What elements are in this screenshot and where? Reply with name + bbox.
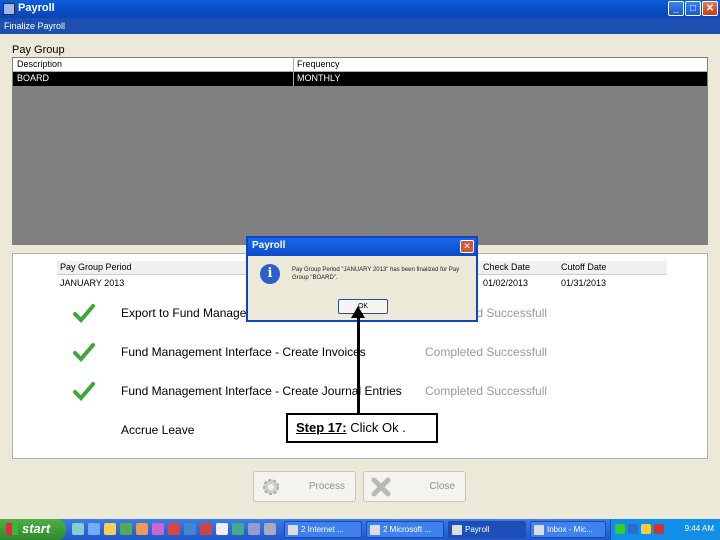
system-tray: 9:44 AM xyxy=(610,519,720,540)
callout-arrow-line xyxy=(357,316,360,414)
start-button[interactable]: start xyxy=(0,519,66,540)
callout-step-number: Step 17: xyxy=(296,420,347,435)
task-label: Payroll xyxy=(465,525,490,534)
process-button-label: Process xyxy=(308,481,345,492)
dialog-close-button[interactable]: ✕ xyxy=(460,240,474,253)
table-row[interactable]: BOARD MONTHLY xyxy=(13,72,707,86)
close-x-icon xyxy=(371,477,391,497)
window-title-bar: Payroll _ □ ✕ xyxy=(0,0,720,18)
pay-group-section-title: Pay Group xyxy=(12,44,65,56)
checkmark-icon xyxy=(73,343,95,362)
close-button[interactable]: Close xyxy=(363,471,466,502)
window-title: Payroll xyxy=(18,2,55,14)
column-header-check-date[interactable]: Check Date xyxy=(483,262,530,272)
checkmark-icon xyxy=(73,382,95,401)
quicklaunch-powerpoint-icon[interactable] xyxy=(200,523,212,535)
network-icon[interactable] xyxy=(615,524,625,534)
checkmark-icon xyxy=(73,304,95,323)
taskbar-item-internet[interactable]: 2 Internet ... xyxy=(284,521,362,538)
column-header-description[interactable]: Description xyxy=(17,59,62,69)
taskbar: start 2 Internet ... 2 Microsoft ... Pay… xyxy=(0,519,720,540)
cell-pay-group-period: JANUARY 2013 xyxy=(60,278,125,288)
quicklaunch-pdf-icon[interactable] xyxy=(168,523,180,535)
windows-logo-icon xyxy=(6,523,18,535)
taskbar-item-inbox[interactable]: Inbox - Mic... xyxy=(530,521,606,538)
quicklaunch-tool-icon[interactable] xyxy=(232,523,244,535)
step-status: Completed Successfull xyxy=(425,345,548,359)
task-label: 2 Microsoft ... xyxy=(383,525,432,534)
task-label: 2 Internet ... xyxy=(301,525,344,534)
quicklaunch-acrobat-icon[interactable] xyxy=(216,523,228,535)
cell-frequency: MONTHLY xyxy=(297,73,341,83)
column-divider[interactable] xyxy=(293,58,294,86)
task-label: Inbox - Mic... xyxy=(547,525,593,534)
dialog-title: Payroll xyxy=(248,238,476,256)
quicklaunch-word-icon[interactable] xyxy=(184,523,196,535)
taskbar-item-microsoft[interactable]: 2 Microsoft ... xyxy=(366,521,444,538)
quicklaunch-misc-icon[interactable] xyxy=(248,523,260,535)
step-label: Fund Management Interface - Create Invoi… xyxy=(121,345,366,359)
window-close-button[interactable]: ✕ xyxy=(702,1,718,16)
close-button-label: Close xyxy=(429,481,455,492)
pay-group-grid-header: Description Frequency xyxy=(13,58,707,72)
step-status: Completed Successfull xyxy=(425,384,548,398)
form-subtitle: Finalize Payroll xyxy=(0,18,720,34)
info-icon: i xyxy=(260,264,280,284)
cell-check-date: 01/02/2013 xyxy=(483,278,529,288)
cell-cutoff-date: 01/31/2013 xyxy=(561,278,607,288)
clock[interactable]: 9:44 AM xyxy=(685,524,714,533)
volume-icon[interactable] xyxy=(641,524,651,534)
taskbar-item-payroll[interactable]: Payroll xyxy=(448,521,526,538)
internet-explorer-icon xyxy=(288,525,298,535)
quicklaunch-desktop-icon[interactable] xyxy=(72,523,84,535)
step-label: Accrue Leave xyxy=(121,423,195,437)
quicklaunch-misc2-icon[interactable] xyxy=(264,523,276,535)
column-header-pay-group-period[interactable]: Pay Group Period xyxy=(60,262,132,272)
callout-text: Click Ok . xyxy=(346,420,406,435)
microsoft-office-icon xyxy=(370,525,380,535)
column-header-frequency[interactable]: Frequency xyxy=(297,59,340,69)
payroll-app-icon xyxy=(3,3,15,15)
maximize-button[interactable]: □ xyxy=(685,1,701,16)
minimize-button[interactable]: _ xyxy=(668,1,684,16)
quicklaunch-app-icon[interactable] xyxy=(152,523,164,535)
payroll-app-icon xyxy=(452,525,462,535)
gear-icon xyxy=(263,479,279,495)
quicklaunch-outlook-icon[interactable] xyxy=(136,523,148,535)
quicklaunch-ie-icon[interactable] xyxy=(88,523,100,535)
cell-description: BOARD xyxy=(17,73,50,83)
dialog-message: Pay Group Period "JANUARY 2013" has been… xyxy=(292,267,460,281)
antivirus-icon[interactable] xyxy=(654,524,664,534)
process-button[interactable]: Process xyxy=(253,471,356,502)
start-label: start xyxy=(22,521,51,536)
column-header-cutoff-date[interactable]: Cutoff Date xyxy=(561,262,606,272)
security-shield-icon[interactable] xyxy=(628,524,638,534)
quicklaunch-folder-icon[interactable] xyxy=(104,523,116,535)
step-callout: Step 17: Click Ok . xyxy=(286,413,438,443)
pay-group-grid[interactable]: Description Frequency BOARD MONTHLY xyxy=(12,57,708,245)
quicklaunch-excel-icon[interactable] xyxy=(120,523,132,535)
outlook-icon xyxy=(534,525,544,535)
